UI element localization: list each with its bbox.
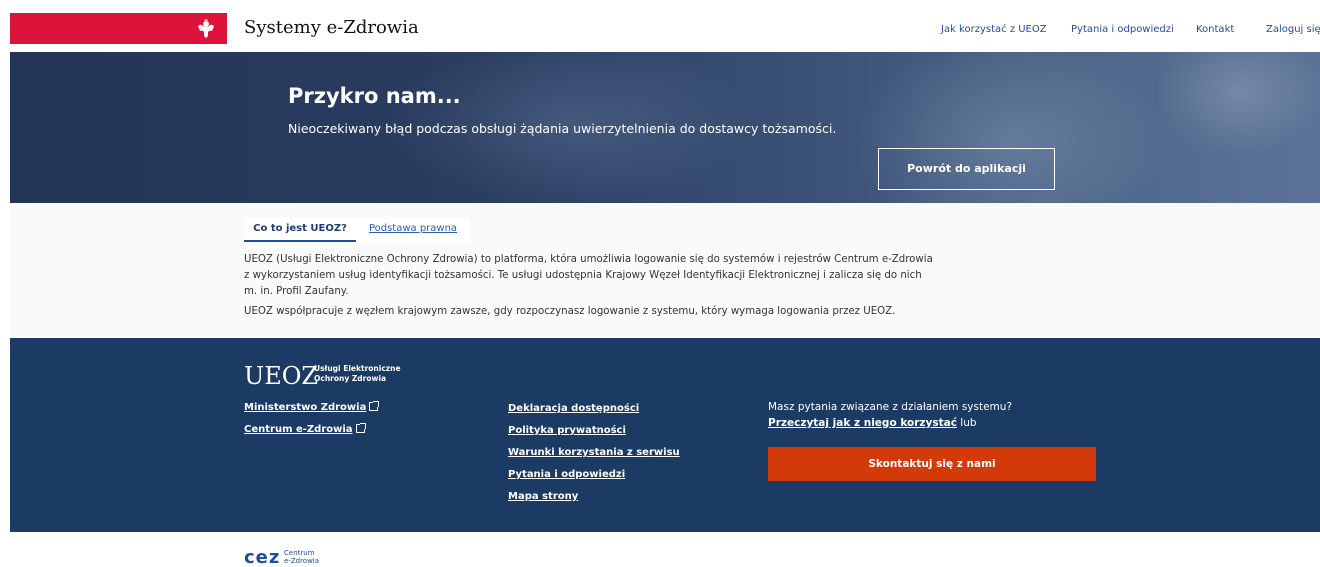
back-to-app-button[interactable]: Powrót do aplikacji [878, 148, 1055, 190]
info-section: Co to jest UEOZ? Podstawa prawna UEOZ (U… [10, 203, 1320, 338]
cez-logo-subtitle: Centrum e-Zdrowia [284, 549, 319, 565]
error-title: Przykro nam... [288, 84, 461, 108]
footer-link-terms[interactable]: Warunki korzystania z serwisu [508, 447, 680, 458]
page: Systemy e-Zdrowia Jak korzystać z UEOZ P… [0, 0, 1320, 567]
footer: UEOZ Usługi Elektroniczne Ochrony Zdrowi… [10, 338, 1320, 532]
top-header: Systemy e-Zdrowia Jak korzystać z UEOZ P… [0, 0, 1320, 52]
footer-link-cez-label: Centrum e-Zdrowia [244, 424, 353, 435]
error-message: Nieoczekiwany błąd podczas obsługi żądan… [288, 121, 837, 136]
external-link-icon [369, 401, 380, 411]
nav-how-to[interactable]: Jak korzystać z UEOZ [941, 24, 1047, 35]
help-line: Przeczytaj jak z niego korzystać lub [768, 417, 977, 429]
nav-contact[interactable]: Kontakt [1196, 24, 1234, 35]
footer-link-ministry-label: Ministerstwo Zdrowia [244, 402, 367, 413]
footer-link-sitemap[interactable]: Mapa strony [508, 491, 578, 502]
site-title[interactable]: Systemy e-Zdrowia [244, 17, 419, 38]
ueoz-logo: UEOZ [244, 362, 319, 390]
tab-what-is-ueoz[interactable]: Co to jest UEOZ? [244, 218, 356, 242]
ueoz-logo-subtitle: Usługi Elektroniczne Ochrony Zdrowia [314, 364, 401, 384]
footer-link-cez[interactable]: Centrum e-Zdrowia [244, 423, 366, 435]
info-paragraph-2: UEOZ współpracuje z węzłem krajowym zaws… [244, 306, 896, 317]
tab-legal-basis[interactable]: Podstawa prawna [356, 218, 470, 242]
nav-faq[interactable]: Pytania i odpowiedzi [1071, 24, 1174, 35]
footer-link-faq[interactable]: Pytania i odpowiedzi [508, 469, 625, 480]
cez-logo-sub2: e-Zdrowia [284, 557, 320, 565]
eagle-emblem-icon [198, 19, 214, 38]
info-paragraph-1: UEOZ (Usługi Elektroniczne Ochrony Zdrow… [244, 254, 933, 297]
how-to-use-link[interactable]: Przeczytaj jak z niego korzystać [768, 417, 957, 429]
footer-link-ministry[interactable]: Ministerstwo Zdrowia [244, 401, 380, 413]
footer-link-privacy[interactable]: Polityka prywatności [508, 425, 626, 436]
contact-us-button[interactable]: Skontaktuj się z nami [768, 447, 1096, 481]
ueoz-logo-sub1: Usługi Elektroniczne [314, 364, 401, 373]
external-link-icon [355, 423, 366, 433]
ueoz-logo-sub2: Ochrony Zdrowia [314, 374, 387, 383]
error-hero: Przykro nam... Nieoczekiwany błąd podcza… [10, 52, 1320, 203]
footer-link-accessibility[interactable]: Deklaracja dostępności [508, 403, 639, 414]
nav-login[interactable]: Zaloguj się [1266, 24, 1320, 35]
cez-logo[interactable]: cez [244, 547, 280, 567]
help-suffix: lub [956, 417, 977, 429]
help-question: Masz pytania związane z działaniem syste… [768, 401, 1013, 413]
cez-logo-sub1: Centrum [284, 549, 315, 557]
info-tabs: Co to jest UEOZ? Podstawa prawna [244, 218, 470, 242]
